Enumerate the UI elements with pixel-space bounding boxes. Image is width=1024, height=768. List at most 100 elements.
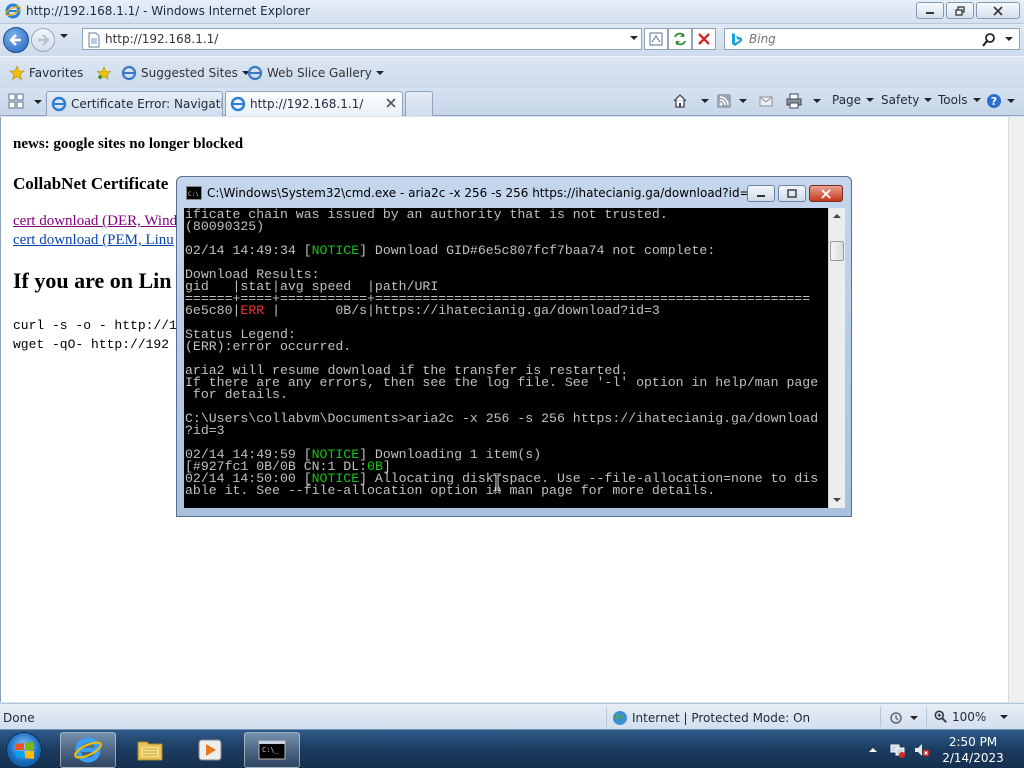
certificate-heading: CollabNet Certificate [13, 174, 169, 193]
command-prompt-icon: C:\ [186, 186, 202, 200]
suggested-sites-icon [121, 65, 137, 81]
console-line: able it. See --file-allocation option in… [185, 483, 716, 498]
page-menu[interactable]: Page [832, 93, 875, 107]
safety-menu-caret [924, 98, 933, 102]
volume-muted-icon[interactable] [914, 742, 930, 758]
search-input[interactable] [749, 30, 989, 48]
favorites-bar: Favorites Suggested Sites Web Slice Gall… [0, 56, 1024, 88]
add-to-favorites-bar-button[interactable] [96, 65, 112, 81]
search-options-dropdown[interactable] [1005, 37, 1013, 41]
tab-192-168-1-1[interactable]: http://192.168.1.1/ [225, 91, 403, 116]
taskbar-internet-explorer[interactable] [60, 732, 116, 768]
bing-icon [732, 33, 742, 46]
stop-button[interactable] [692, 28, 716, 50]
minimize-button[interactable] [916, 2, 944, 19]
home-dropdown[interactable] [701, 99, 709, 103]
console-output[interactable]: ificate chain was issued by an authority… [184, 208, 828, 508]
minimize-icon [757, 194, 765, 197]
close-tab-icon[interactable] [386, 98, 396, 108]
console-text: ificate chain was issued by an authority… [184, 208, 828, 497]
search-icon[interactable] [981, 32, 997, 48]
home-button[interactable] [672, 93, 709, 109]
address-input[interactable] [105, 30, 605, 48]
news-heading: news: google sites no longer blocked [13, 136, 244, 152]
console-scrollbar[interactable] [828, 208, 845, 508]
zoom-level: 100% [952, 710, 987, 724]
restore-icon [955, 5, 965, 16]
security-zone[interactable]: Internet | Protected Mode: On [612, 710, 810, 726]
error-tag: ERR [240, 303, 265, 318]
cmd-maximize-button[interactable] [778, 185, 806, 202]
print-dropdown[interactable] [813, 99, 821, 103]
refresh-button[interactable] [668, 28, 692, 50]
text-cursor-icon [493, 473, 501, 493]
console-line: ?id=3 [185, 423, 225, 438]
search-bar[interactable] [724, 28, 1020, 50]
windows-logo-icon [16, 742, 34, 759]
svg-text:?: ? [991, 95, 997, 108]
cmd-minimize-button[interactable] [747, 185, 775, 202]
zoom-icon [934, 710, 947, 723]
page-scrollbar[interactable] [1008, 117, 1024, 702]
start-button[interactable] [6, 732, 42, 768]
address-bar[interactable] [82, 28, 642, 50]
taskbar-command-prompt[interactable]: C:\_ [244, 732, 300, 768]
command-prompt-icon: C:\_ [258, 740, 286, 760]
help-button[interactable]: ? [986, 93, 1015, 109]
scroll-down-arrow-icon[interactable] [833, 498, 841, 502]
media-player-icon [198, 739, 222, 761]
suggested-sites-label: Suggested Sites [141, 66, 238, 80]
scroll-up-arrow-icon[interactable] [833, 214, 841, 218]
status-settings-dropdown[interactable] [910, 716, 918, 720]
restore-button[interactable] [946, 2, 974, 19]
help-dropdown[interactable] [1007, 99, 1015, 103]
forward-button[interactable] [31, 28, 55, 52]
suggested-sites-button[interactable]: Suggested Sites [121, 65, 250, 81]
read-mail-button[interactable] [758, 93, 774, 109]
back-button[interactable] [3, 27, 29, 53]
cert-download-pem-link[interactable]: cert download (PEM, Linu [13, 232, 174, 249]
cmd-window-title: C:\Windows\System32\cmd.exe - aria2c -x … [207, 186, 758, 200]
address-dropdown[interactable] [630, 36, 638, 40]
show-hidden-icons-icon[interactable] [868, 742, 878, 758]
tools-menu[interactable]: Tools [938, 93, 981, 107]
maximize-icon [787, 188, 797, 198]
new-tab-button[interactable] [405, 91, 433, 116]
scroll-thumb[interactable] [830, 241, 844, 261]
linux-heading: If you are on Lin [13, 268, 172, 293]
zoom-control[interactable]: 100% [934, 710, 1009, 724]
print-button[interactable] [786, 93, 821, 109]
quick-tabs-button[interactable] [8, 93, 24, 109]
console-line: (80090325) [185, 219, 265, 234]
close-button[interactable] [976, 2, 1020, 19]
clock[interactable]: 2:50 PM 2/14/2023 [938, 734, 1008, 766]
feeds-button[interactable] [716, 93, 747, 109]
console-line: for details. [185, 387, 288, 402]
feeds-dropdown[interactable] [739, 99, 747, 103]
zoom-dropdown[interactable] [1000, 715, 1009, 719]
safety-menu[interactable]: Safety [881, 93, 933, 107]
internet-explorer-icon [74, 737, 102, 763]
recent-pages-dropdown[interactable] [60, 34, 68, 38]
cert-download-der-link[interactable]: cert download (DER, Wind [13, 213, 177, 230]
network-icon[interactable] [890, 742, 906, 758]
notice-tag: NOTICE [311, 243, 360, 258]
window-title: http://192.168.1.1/ - Windows Internet E… [26, 4, 311, 18]
ie-title-bar: http://192.168.1.1/ - Windows Internet E… [0, 0, 1024, 24]
tab-label: http://192.168.1.1/ [250, 97, 364, 111]
taskbar-media-player[interactable] [182, 732, 238, 768]
favorites-button[interactable]: Favorites [9, 65, 83, 81]
ie-page-icon [230, 96, 246, 112]
status-divider [926, 707, 927, 727]
change-status-bar-settings-icon[interactable] [888, 710, 904, 726]
tab-certificate-error[interactable]: Certificate Error: Navigatio... [46, 91, 223, 116]
command-prompt-window[interactable]: C:\ C:\Windows\System32\cmd.exe - aria2c… [176, 176, 852, 517]
cmd-close-button[interactable] [809, 185, 843, 202]
console-line: 6e5c80| [185, 303, 241, 318]
taskbar-windows-explorer[interactable] [122, 732, 178, 768]
compatibility-view-button[interactable] [644, 28, 668, 50]
minimize-icon [926, 11, 934, 14]
tab-list-dropdown[interactable] [34, 100, 42, 104]
web-slice-gallery-dropdown[interactable] [375, 71, 384, 75]
web-slice-gallery-button[interactable]: Web Slice Gallery [247, 65, 384, 81]
